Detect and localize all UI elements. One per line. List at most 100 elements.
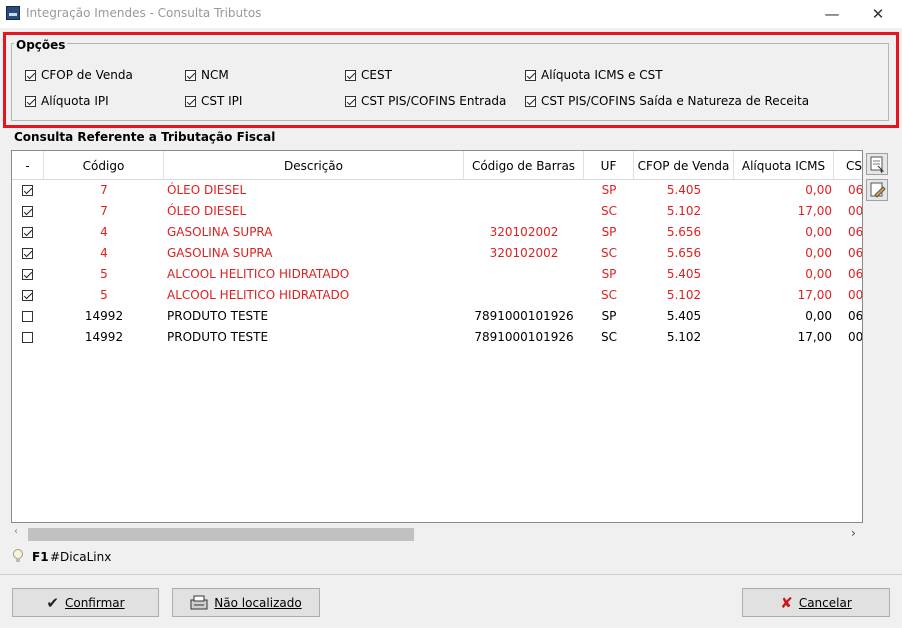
cell-uf: SC <box>601 288 617 302</box>
cell-codigo-barras <box>464 264 584 285</box>
checkmark-icon: ✔ <box>46 593 59 612</box>
tributos-grid[interactable]: - Código Descrição Código de Barras UF C… <box>11 150 863 523</box>
cell-cs: 06 <box>848 183 863 197</box>
checkbox-icon[interactable] <box>185 69 196 81</box>
table-row[interactable]: 7 ÓLEO DIESEL SP 5.405 0,00 06 <box>12 180 862 201</box>
cell-cfop: 5.656 <box>666 225 702 239</box>
cancelar-label: Cancelar <box>798 595 852 610</box>
cell-cs: 06 <box>848 246 863 260</box>
nao-localizado-label: Não localizado <box>214 595 302 610</box>
grid-edit-button[interactable] <box>866 179 888 201</box>
edit-icon <box>870 182 886 198</box>
table-row[interactable]: 4 GASOLINA SUPRA 320102002 SC 5.656 0,00… <box>12 243 862 264</box>
cell-descricao: ALCOOL HELITICO HIDRATADO <box>167 267 350 281</box>
row-checkbox[interactable] <box>22 248 33 259</box>
option-label: NCM <box>201 68 229 82</box>
cell-cfop: 5.656 <box>666 246 702 260</box>
option-cfop-venda[interactable]: CFOP de Venda <box>25 68 133 82</box>
col-header-codigo[interactable]: Código <box>44 151 164 179</box>
col-header-cfop[interactable]: CFOP de Venda <box>634 151 734 179</box>
table-row[interactable]: 5 ALCOOL HELITICO HIDRATADO SC 5.102 17,… <box>12 285 862 306</box>
checkbox-icon[interactable] <box>525 69 536 81</box>
row-checkbox[interactable] <box>22 290 33 301</box>
cell-cfop: 5.102 <box>666 288 702 302</box>
cell-uf: SC <box>601 330 617 344</box>
row-checkbox[interactable] <box>22 311 33 322</box>
row-checkbox[interactable] <box>22 227 33 238</box>
col-header-codigo-barras[interactable]: Código de Barras <box>464 151 584 179</box>
checkbox-icon[interactable] <box>25 69 36 81</box>
cell-aliquota: 0,00 <box>805 246 832 260</box>
table-select-icon <box>870 156 885 174</box>
cell-descricao: ÓLEO DIESEL <box>167 183 247 197</box>
option-cst-pis-cofins-entrada[interactable]: CST PIS/COFINS Entrada <box>345 94 506 108</box>
confirmar-label: Confirmar <box>64 595 125 610</box>
col-header-cs[interactable]: CS <box>834 151 862 179</box>
table-row[interactable]: 5 ALCOOL HELITICO HIDRATADO SP 5.405 0,0… <box>12 264 862 285</box>
checkbox-icon[interactable] <box>525 95 536 107</box>
cell-codigo: 14992 <box>84 309 124 323</box>
cell-cs: 00 <box>848 288 863 302</box>
option-aliquota-icms-cst[interactable]: Alíquota ICMS e CST <box>525 68 663 82</box>
checkbox-icon[interactable] <box>25 95 36 107</box>
grid-select-button[interactable] <box>866 153 888 175</box>
nao-localizado-button[interactable]: Não localizado <box>172 588 320 617</box>
checkbox-icon[interactable] <box>345 69 356 81</box>
row-checkbox[interactable] <box>22 185 33 196</box>
table-row[interactable]: 14992 PRODUTO TESTE 7891000101926 SP 5.4… <box>12 306 862 327</box>
cell-descricao: PRODUTO TESTE <box>167 330 269 344</box>
tip-key: F1 <box>32 550 49 564</box>
cell-codigo-barras: 7891000101926 <box>474 330 574 344</box>
cell-descricao: GASOLINA SUPRA <box>167 246 273 260</box>
option-label: CST PIS/COFINS Entrada <box>361 94 507 108</box>
options-group <box>11 43 889 121</box>
cell-cfop: 5.405 <box>666 309 702 323</box>
scroll-left-icon[interactable]: ‹ <box>14 526 18 537</box>
cell-codigo-barras: 320102002 <box>489 225 559 239</box>
minimize-icon <box>809 0 855 28</box>
row-checkbox[interactable] <box>22 332 33 343</box>
cell-codigo: 5 <box>100 267 108 281</box>
lightbulb-icon <box>13 549 23 562</box>
option-cest[interactable]: CEST <box>345 68 392 82</box>
cell-aliquota: 0,00 <box>805 225 832 239</box>
col-header-select[interactable]: - <box>12 151 44 179</box>
checkbox-icon[interactable] <box>185 95 196 107</box>
cell-uf: SP <box>601 183 617 197</box>
cell-uf: SP <box>601 309 617 323</box>
option-label: CST IPI <box>201 94 243 108</box>
cell-codigo-barras <box>464 285 584 306</box>
cell-codigo: 5 <box>100 288 108 302</box>
cell-cs: 06 <box>848 225 863 239</box>
scrollbar-thumb[interactable] <box>28 528 414 541</box>
cell-aliquota: 17,00 <box>797 288 832 302</box>
checkbox-icon[interactable] <box>345 95 356 107</box>
option-cst-pis-cofins-saida[interactable]: CST PIS/COFINS Saída e Natureza de Recei… <box>525 94 809 108</box>
table-row[interactable]: 4 GASOLINA SUPRA 320102002 SP 5.656 0,00… <box>12 222 862 243</box>
cell-descricao: ALCOOL HELITICO HIDRATADO <box>167 288 350 302</box>
cancelar-button[interactable]: ✘ Cancelar <box>742 588 890 617</box>
option-label: Alíquota IPI <box>41 94 109 108</box>
scroll-right-icon[interactable]: › <box>851 526 856 540</box>
table-row[interactable]: 14992 PRODUTO TESTE 7891000101926 SC 5.1… <box>12 327 862 348</box>
option-ncm[interactable]: NCM <box>185 68 229 82</box>
cell-cs: 00 <box>848 330 863 344</box>
cell-codigo-barras <box>464 180 584 201</box>
close-button[interactable]: ✕ <box>855 0 901 28</box>
cell-uf: SC <box>601 204 617 218</box>
col-header-uf[interactable]: UF <box>584 151 634 179</box>
option-cst-ipi[interactable]: CST IPI <box>185 94 242 108</box>
row-checkbox[interactable] <box>22 206 33 217</box>
col-header-aliquota-icms[interactable]: Alíquota ICMS <box>734 151 834 179</box>
table-row[interactable]: 7 ÓLEO DIESEL SC 5.102 17,00 00 <box>12 201 862 222</box>
tip-text: #DicaLinx <box>50 550 112 564</box>
cell-codigo: 4 <box>100 225 108 239</box>
option-aliquota-ipi[interactable]: Alíquota IPI <box>25 94 109 108</box>
col-header-descricao[interactable]: Descrição <box>164 151 464 179</box>
confirmar-button[interactable]: ✔ Confirmar <box>12 588 159 617</box>
cell-codigo: 7 <box>100 204 108 218</box>
row-checkbox[interactable] <box>22 269 33 280</box>
option-label: CST PIS/COFINS Saída e Natureza de Recei… <box>541 94 810 108</box>
cell-uf: SP <box>601 267 617 281</box>
cell-aliquota: 0,00 <box>805 183 832 197</box>
